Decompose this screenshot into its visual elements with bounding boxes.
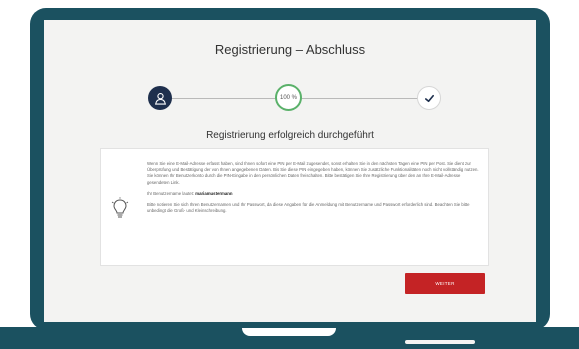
laptop-indicator [405, 340, 475, 344]
username-value: mariamustermann [195, 190, 233, 196]
weiter-button[interactable]: WEITER [405, 273, 485, 294]
step-user [148, 86, 172, 110]
username-prefix: Ihr Benutzername lautet: [147, 190, 195, 196]
info-box: Wenn Sie eine E-Mail-Adresse erfasst hab… [100, 148, 489, 266]
success-heading: Registrierung erfolgreich durchgeführt [206, 130, 374, 141]
progress-label: 100 % [279, 94, 297, 101]
lightbulb-icon [111, 197, 129, 218]
page-title: Registrierung – Abschluss [214, 42, 366, 57]
info-note: Bitte notieren Sie sich Ihren Benutzerna… [147, 202, 470, 214]
info-paragraph: Wenn Sie eine E-Mail-Adresse erfasst hab… [147, 161, 479, 185]
username-line: Ihr Benutzername lautet: mariamustermann [147, 191, 481, 197]
check-icon [424, 94, 434, 102]
screen: Registrierung – Abschluss 100 % Registri… [44, 20, 536, 322]
laptop-notch [242, 328, 336, 336]
user-icon [154, 92, 166, 105]
info-text: Wenn Sie eine E-Mail-Adresse erfasst hab… [147, 161, 481, 219]
step-progress: 100 % [275, 84, 302, 111]
step-complete [417, 86, 441, 110]
